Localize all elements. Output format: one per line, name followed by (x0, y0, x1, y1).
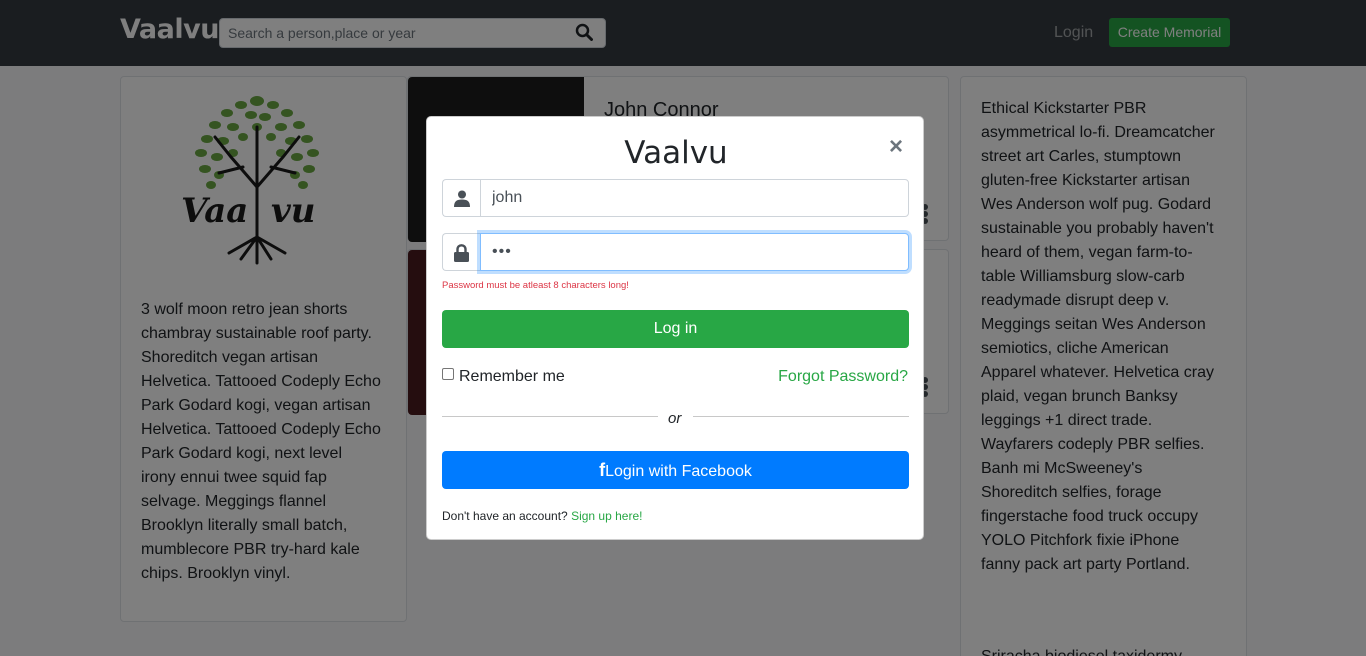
password-error: Password must be atleast 8 characters lo… (442, 280, 629, 291)
login-modal: Vaalvu × Password must be atleast 8 char… (426, 116, 924, 540)
user-icon (454, 190, 470, 207)
facebook-login-label: Login with Facebook (605, 463, 752, 480)
signup-prompt: Don't have an account? Sign up here! (442, 509, 642, 523)
username-input[interactable] (480, 179, 909, 217)
login-button[interactable]: Log in (442, 310, 909, 348)
modal-title: Vaalvu (624, 135, 728, 171)
lock-icon-addon (442, 233, 480, 271)
signup-text: Don't have an account? (442, 509, 568, 523)
password-input[interactable] (480, 233, 909, 271)
remember-label: Remember me (459, 368, 565, 385)
divider-left (442, 416, 658, 417)
remember-checkbox[interactable] (442, 368, 454, 380)
forgot-password-link[interactable]: Forgot Password? (778, 368, 908, 386)
remember-me[interactable]: Remember me (442, 368, 565, 386)
signup-link[interactable]: Sign up here! (571, 509, 642, 523)
or-divider-label: or (668, 410, 682, 427)
lock-icon (454, 244, 469, 262)
facebook-login-button[interactable]: fLogin with Facebook (442, 451, 909, 489)
username-group (442, 179, 909, 217)
divider-right (693, 416, 909, 417)
close-button[interactable]: × (889, 135, 903, 159)
user-icon-addon (442, 179, 480, 217)
password-group (442, 233, 909, 271)
